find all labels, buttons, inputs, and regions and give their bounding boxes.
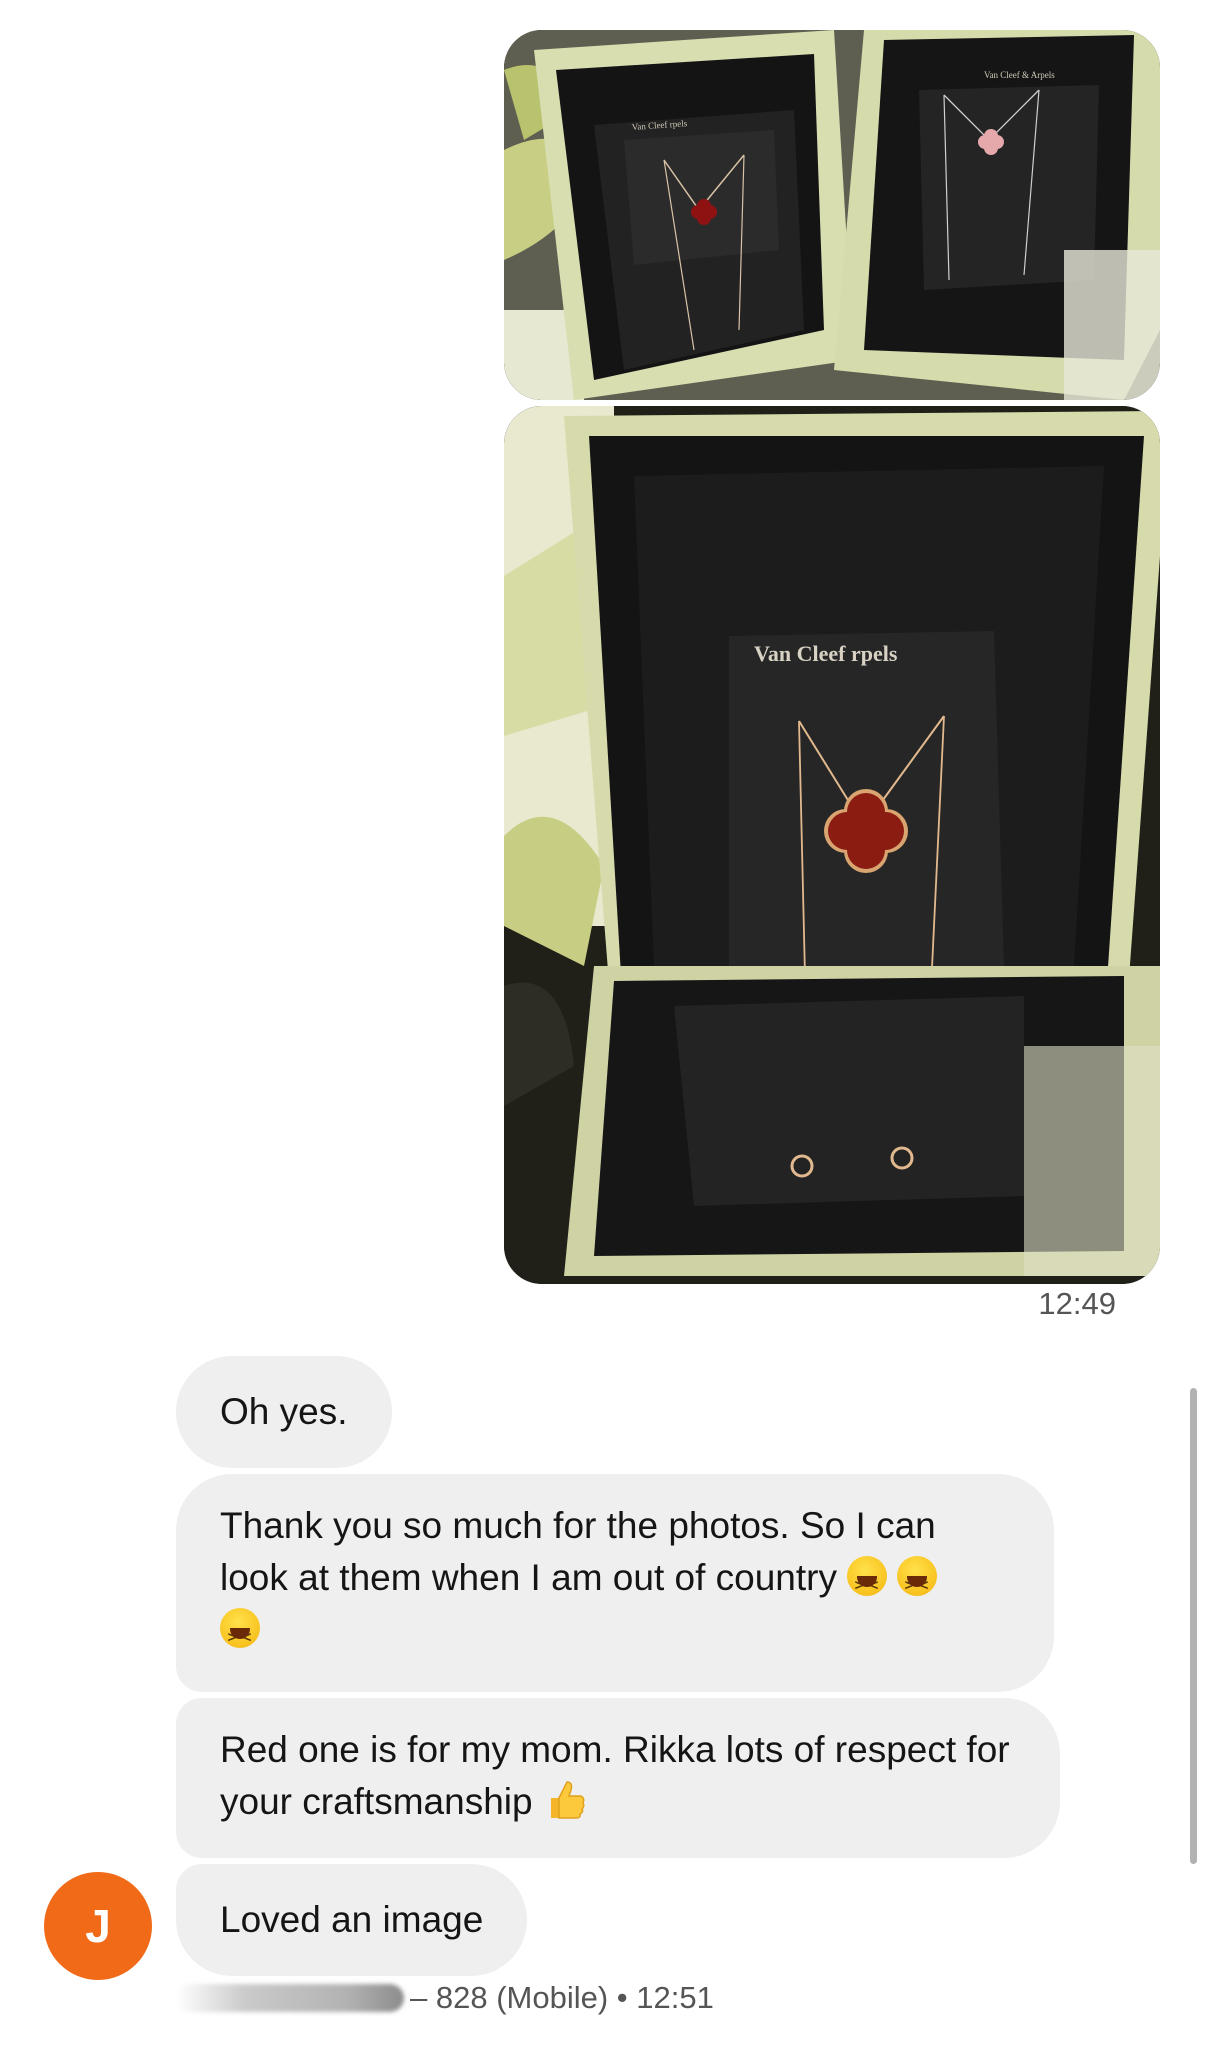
redacted-phone-number xyxy=(176,1984,404,2012)
sender-number: – 828 (Mobile) xyxy=(410,1980,609,2015)
laughing-emoji-icon xyxy=(220,1608,260,1664)
message-bubble[interactable]: Red one is for my mom. Rikka lots of res… xyxy=(176,1698,1060,1858)
sender-info: – 828 (Mobile) • 12:51 xyxy=(176,1980,714,2016)
laughing-emoji-icon xyxy=(897,1556,937,1612)
message-bubble[interactable]: Thank you so much for the photos. So I c… xyxy=(176,1474,1054,1692)
avatar[interactable]: J xyxy=(44,1872,152,1980)
meta-separator: • xyxy=(616,1980,628,2015)
thumbs-up-emoji-icon xyxy=(543,1778,587,1836)
photo-red-necklace-image: Van Cleef rpels xyxy=(504,406,1160,1284)
received-timestamp: 12:51 xyxy=(636,1980,714,2015)
message-bubble[interactable]: Loved an image xyxy=(176,1864,528,1976)
sent-photo-red-necklace[interactable]: Van Cleef rpels xyxy=(504,406,1160,1284)
message-text: Oh yes. xyxy=(220,1391,348,1432)
scrollbar[interactable] xyxy=(1190,1388,1197,1864)
laughing-emoji-icon xyxy=(847,1556,887,1612)
box-label: Van Cleef rpels xyxy=(754,641,898,666)
sent-timestamp: 12:49 xyxy=(1038,1286,1116,1321)
message-text: Loved an image xyxy=(220,1899,484,1940)
message-text: Thank you so much for the photos. So I c… xyxy=(220,1505,936,1598)
box-label-right: Van Cleef & Arpels xyxy=(984,70,1055,80)
photo-two-boxes-image: Van Cleef rpels Van Cleef & Arpels xyxy=(504,30,1160,400)
message-text: Red one is for my mom. Rikka lots of res… xyxy=(220,1729,1010,1822)
avatar-initial: J xyxy=(85,1900,111,1952)
sent-photo-two-boxes[interactable]: Van Cleef rpels Van Cleef & Arpels xyxy=(504,30,1160,400)
conversation-view: Van Cleef rpels Van Cleef & Arpels Van C… xyxy=(0,0,1208,2048)
message-bubble[interactable]: Oh yes. xyxy=(176,1356,392,1468)
